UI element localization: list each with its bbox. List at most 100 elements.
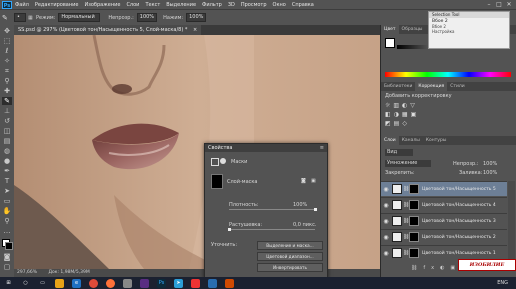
tab-libraries[interactable]: Библиотеки [381, 82, 415, 91]
layer-mask-thumbnail[interactable] [409, 200, 419, 210]
quick-mask-icon[interactable]: ◙ [2, 253, 12, 261]
lasso-tool-icon[interactable]: ℓ [2, 47, 12, 55]
file-explorer-icon[interactable] [55, 278, 64, 288]
layer-name[interactable]: Цветовой тон/Насыщенность 2 [422, 235, 496, 240]
density-value[interactable]: 100% [293, 202, 307, 208]
tab-channels[interactable]: Каналы [399, 136, 423, 145]
document-tab[interactable]: SS.psd @ 297% (Цветовой тон/Насыщенность… [14, 25, 202, 35]
popup-setting[interactable]: Настройка [429, 29, 509, 34]
layer-row[interactable]: ◉ ⛓ Цветовой тон/Насыщенность 4 [381, 197, 507, 212]
tab-layers[interactable]: Слои [381, 136, 399, 145]
properties-menu-icon[interactable]: ≡ [320, 144, 324, 152]
tab-adjustments[interactable]: Коррекция [415, 82, 448, 91]
quick-select-tool-icon[interactable]: ✧ [2, 57, 12, 65]
language-indicator[interactable]: ENG [497, 280, 508, 286]
task-view-icon[interactable]: ▭ [38, 279, 47, 288]
photoshop-taskbar-icon[interactable]: Ps [157, 278, 166, 288]
minimize-icon[interactable]: – [484, 0, 494, 9]
move-tool-icon[interactable]: ✥ [2, 27, 12, 35]
app-icon-4[interactable] [208, 278, 217, 288]
opacity-input[interactable]: 100% [136, 13, 158, 22]
vector-mask-icon[interactable] [220, 158, 226, 164]
brush-tool-icon[interactable]: ✎ [2, 14, 14, 22]
tab-paths[interactable]: Контуры [423, 136, 450, 145]
maximize-icon[interactable]: □ [494, 0, 504, 9]
screen-mode-icon[interactable]: ▢ [2, 263, 12, 271]
edge-icon[interactable]: e [72, 278, 81, 288]
start-icon[interactable]: ⊞ [4, 279, 13, 288]
menu-image[interactable]: Изображение [84, 2, 120, 8]
brush-size-picker[interactable]: • [14, 13, 26, 22]
adjustment-icons[interactable]: ☼▥◐▽ ◧◑▦▣ ◩▤◇ [385, 101, 465, 129]
chrome-icon[interactable] [89, 278, 98, 288]
more-tools-icon[interactable]: … [2, 227, 12, 235]
add-mask-icon[interactable]: ▣ [311, 178, 316, 184]
tab-swatches[interactable]: Образцы [399, 25, 426, 34]
tab-color[interactable]: Цвет [381, 25, 399, 34]
visibility-eye-icon[interactable]: ◉ [381, 234, 391, 241]
pixel-mask-icon[interactable] [211, 158, 219, 166]
healing-tool-icon[interactable]: ✚ [2, 87, 12, 95]
menu-window[interactable]: Окно [273, 2, 286, 8]
layer-mask-thumbnail[interactable] [409, 216, 419, 226]
history-brush-icon[interactable]: ↺ [2, 117, 12, 125]
brush-panel-icon[interactable]: ▦ [28, 15, 36, 21]
layer-row[interactable]: ◉ ⛓ Цветовой тон/Насыщенность 2 [381, 229, 507, 244]
density-slider[interactable] [229, 209, 315, 210]
layer-name[interactable]: Цветовой тон/Насыщенность 3 [422, 219, 496, 224]
crop-tool-icon[interactable]: ⌗ [2, 67, 12, 75]
layer-row[interactable]: ◉ ⛓ Цветовой тон/Насыщенность 3 [381, 213, 507, 228]
feather-slider-thumb[interactable] [228, 228, 231, 231]
zoom-level[interactable]: 297,66% [17, 270, 37, 275]
close-icon[interactable]: ✕ [504, 0, 514, 9]
menu-3d[interactable]: 3D [228, 2, 235, 8]
menu-help[interactable]: Справка [292, 2, 314, 8]
dodge-tool-icon[interactable]: ● [2, 157, 12, 165]
layer-name[interactable]: Цветовой тон/Насыщенность 5 [422, 187, 496, 192]
pressure-input[interactable]: 100% [186, 13, 207, 22]
shape-tool-icon[interactable]: ▭ [2, 197, 12, 205]
color-fg-swatch[interactable] [385, 38, 395, 48]
background-color-swatch[interactable] [5, 242, 13, 250]
layer-mask-thumbnail[interactable] [409, 184, 419, 194]
select-mask-icon[interactable]: ◙ [301, 178, 306, 184]
invert-button[interactable]: Инвертировать [257, 263, 323, 272]
layer-name[interactable]: Цветовой тон/Насыщенность 4 [422, 203, 496, 208]
stamp-tool-icon[interactable]: ⊥ [2, 107, 12, 115]
menu-layers[interactable]: Слои [126, 2, 139, 8]
feather-slider[interactable] [229, 229, 315, 230]
menu-type[interactable]: Текст [145, 2, 160, 8]
layer-opacity-value[interactable]: 100% [483, 161, 497, 167]
app-icon-5[interactable] [225, 278, 234, 288]
visibility-eye-icon[interactable]: ◉ [381, 218, 391, 225]
tab-styles[interactable]: Стили [447, 82, 468, 91]
menu-filter[interactable]: Фильтр [202, 2, 222, 8]
menu-edit[interactable]: Редактирование [35, 2, 79, 8]
menu-view[interactable]: Просмотр [241, 2, 267, 8]
app-icon-3[interactable] [191, 278, 200, 288]
layer-mask-thumbnail[interactable] [409, 248, 419, 258]
visibility-eye-icon[interactable]: ◉ [381, 186, 391, 193]
firefox-icon[interactable] [106, 278, 115, 288]
mode-select[interactable]: Нормальный [58, 13, 101, 22]
layer-mask-thumbnail[interactable] [409, 232, 419, 242]
density-slider-thumb[interactable] [314, 208, 317, 211]
pen-tool-icon[interactable]: ✒ [2, 167, 12, 175]
zoom-tool-icon[interactable]: ⚲ [2, 217, 12, 225]
visibility-eye-icon[interactable]: ◉ [381, 202, 391, 209]
telegram-icon[interactable]: ➤ [174, 278, 183, 288]
eraser-tool-icon[interactable]: ◫ [2, 127, 12, 135]
close-tab-icon[interactable]: × [193, 27, 197, 33]
blur-tool-icon[interactable]: ◍ [2, 147, 12, 155]
fill-value[interactable]: 100% [483, 170, 497, 176]
layer-row[interactable]: ◉ ⛓ Цветовой тон/Насыщенность 5 [381, 181, 507, 196]
menu-select[interactable]: Выделение [166, 2, 196, 8]
layer-filter-select[interactable]: Вид [385, 149, 413, 156]
type-tool-icon[interactable]: T [2, 177, 12, 185]
eyedropper-tool-icon[interactable]: ⚲ [2, 77, 12, 85]
brush-tool-icon[interactable]: ✎ [2, 97, 12, 105]
menu-file[interactable]: Файл [15, 2, 29, 8]
hand-tool-icon[interactable]: ✋ [2, 207, 12, 215]
gradient-tool-icon[interactable]: ▤ [2, 137, 12, 145]
blend-mode-select[interactable]: Умножение [385, 160, 431, 167]
